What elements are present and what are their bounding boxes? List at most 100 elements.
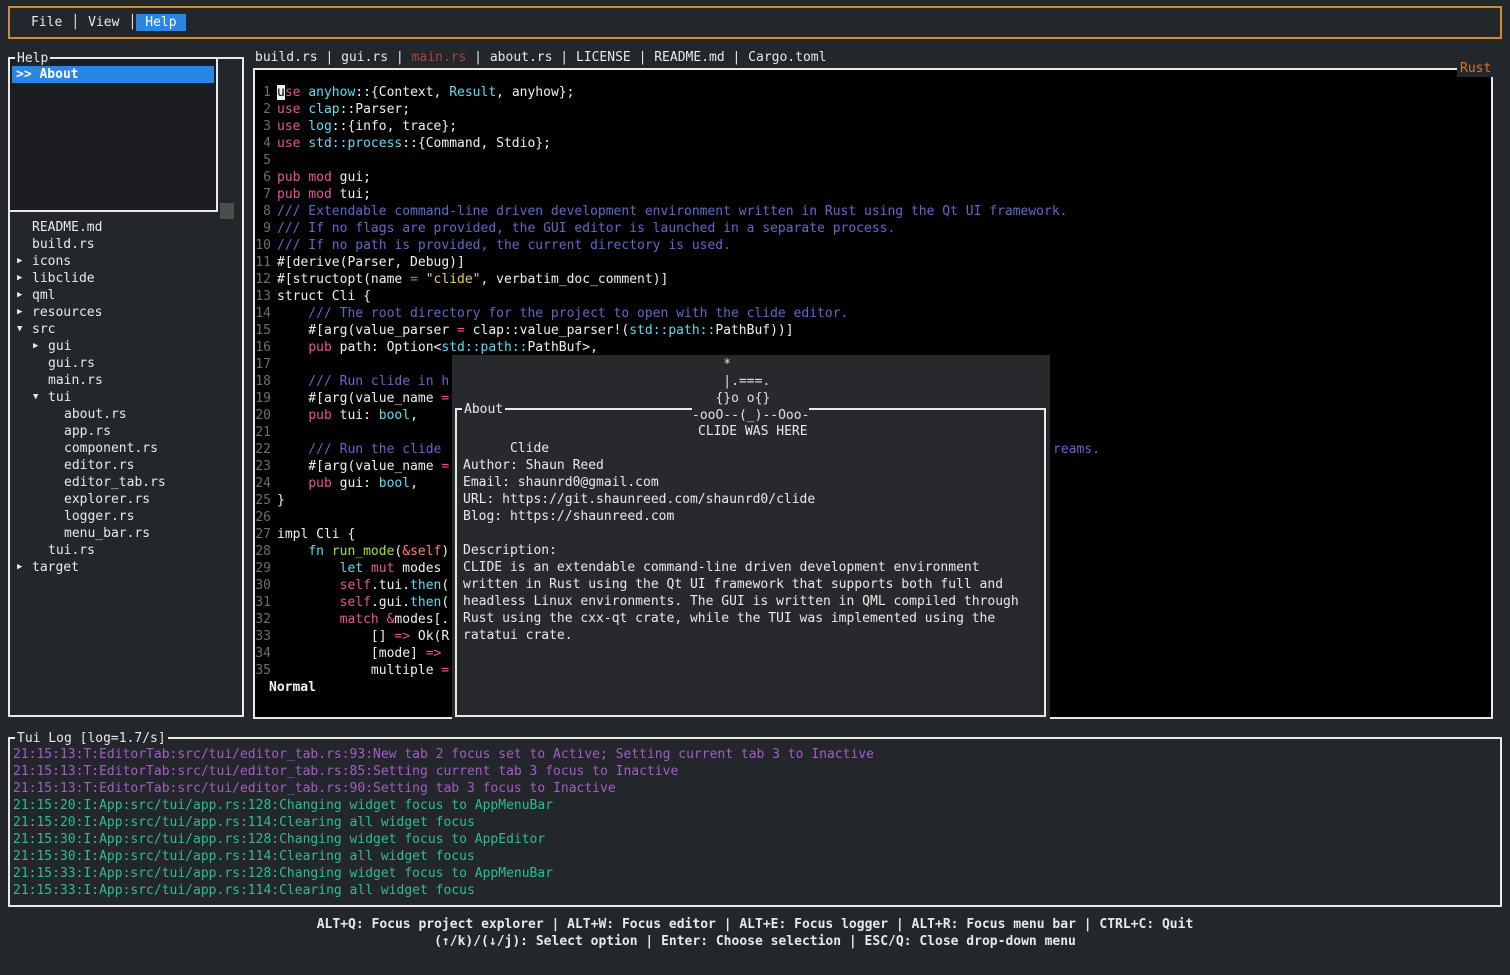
code-line[interactable]: 13struct Cli { xyxy=(255,288,1491,305)
editor-tab-LICENSE[interactable]: LICENSE xyxy=(576,50,631,65)
ascii-art-line: |.===. xyxy=(692,373,770,390)
tree-item-qml[interactable]: ▶qml xyxy=(10,287,240,304)
tree-item-main.rs[interactable]: main.rs xyxy=(10,372,240,389)
editor-tab-strip: build.rs | gui.rs | main.rs | about.rs |… xyxy=(255,49,826,66)
code-line[interactable]: 7pub mod tui; xyxy=(255,186,1491,203)
code-token: impl Cli { xyxy=(277,527,355,542)
menu-separator: │ xyxy=(128,14,136,31)
tree-item-build.rs[interactable]: build.rs xyxy=(10,236,240,253)
tree-item-component.rs[interactable]: component.rs xyxy=(10,440,240,457)
explorer-scrollbar-thumb[interactable] xyxy=(220,203,234,219)
code-line[interactable]: 15 #[arg(value_parser = clap::value_pars… xyxy=(255,322,1491,339)
tree-item-gui.rs[interactable]: gui.rs xyxy=(10,355,240,372)
code-token xyxy=(277,340,308,355)
line-number: 27 xyxy=(255,526,271,543)
menu-item-file[interactable]: File xyxy=(22,14,71,31)
code-line[interactable]: 2use clap::Parser; xyxy=(255,101,1491,118)
chevron-collapsed-icon: ▶ xyxy=(33,338,38,355)
line-number: 29 xyxy=(255,560,271,577)
line-number: 5 xyxy=(255,152,271,169)
tree-item-label: menu_bar.rs xyxy=(64,525,150,542)
line-number: 35 xyxy=(255,662,271,679)
tree-item-src[interactable]: ▼src xyxy=(10,321,240,338)
tree-item-app.rs[interactable]: app.rs xyxy=(10,423,240,440)
chevron-collapsed-icon: ▶ xyxy=(17,287,22,304)
code-token: , xyxy=(410,476,418,491)
language-badge: Rust xyxy=(1457,60,1494,77)
code-line[interactable]: 8/// Extendable command-line driven deve… xyxy=(255,203,1491,220)
tree-item-tui[interactable]: ▼tui xyxy=(10,389,240,406)
editor-tab-about.rs[interactable]: about.rs xyxy=(490,50,553,65)
code-token: let xyxy=(340,561,363,576)
tree-item-label: app.rs xyxy=(64,423,111,440)
line-number: 23 xyxy=(255,458,271,475)
about-text-line xyxy=(463,440,1040,457)
tree-item-resources[interactable]: ▶resources xyxy=(10,304,240,321)
chevron-collapsed-icon: ▶ xyxy=(17,559,22,576)
log-entry: 21:15:30:I:App:src/tui/app.rs:128:Changi… xyxy=(13,831,1498,848)
code-line[interactable]: 11#[derive(Parser, Debug)] xyxy=(255,254,1491,271)
tree-item-tui.rs[interactable]: tui.rs xyxy=(10,542,240,559)
about-text-line: Blog: https://shaunreed.com xyxy=(463,508,1040,525)
log-entry: 21:15:13:T:EditorTab:src/tui/editor_tab.… xyxy=(13,763,1498,780)
tree-item-label: build.rs xyxy=(32,236,95,253)
text-cursor: u xyxy=(277,85,285,100)
code-token: => xyxy=(426,646,442,661)
about-body: Author: Shaun ReedEmail: shaunrd0@gmail.… xyxy=(463,440,1040,644)
code-line[interactable]: 1use anyhow::{Context, Result, anyhow}; xyxy=(255,84,1491,101)
tree-item-label: explorer.rs xyxy=(64,491,150,508)
editor-tab-Cargo.toml[interactable]: Cargo.toml xyxy=(748,50,826,65)
help-menu-item-about[interactable]: >> About xyxy=(12,66,214,83)
line-number: 13 xyxy=(255,288,271,305)
code-token: Result xyxy=(449,85,496,100)
tree-item-label: editor.rs xyxy=(64,457,134,474)
code-line[interactable]: 9/// If no flags are provided, the GUI e… xyxy=(255,220,1491,237)
code-line[interactable]: 5 xyxy=(255,152,1491,169)
code-token: => xyxy=(394,629,410,644)
menu-item-view[interactable]: View xyxy=(79,14,128,31)
tree-item-gui[interactable]: ▶ gui xyxy=(10,338,240,355)
code-line[interactable]: 6pub mod gui; xyxy=(255,169,1491,186)
code-line[interactable]: 12#[structopt(name = "clide", verbatim_d… xyxy=(255,271,1491,288)
code-line[interactable]: 3use log::{info, trace}; xyxy=(255,118,1491,135)
tree-item-label: gui xyxy=(48,338,71,355)
code-line[interactable]: 10/// If no path is provided, the curren… xyxy=(255,237,1491,254)
code-token: pub xyxy=(277,187,300,202)
tree-item-label: gui.rs xyxy=(48,355,95,372)
code-token: ::Parser; xyxy=(340,102,410,117)
editor-tab-main.rs[interactable]: main.rs xyxy=(412,50,467,65)
tree-item-menu_bar.rs[interactable]: menu_bar.rs xyxy=(10,525,240,542)
tree-item-editor.rs[interactable]: editor.rs xyxy=(10,457,240,474)
code-token xyxy=(324,544,332,559)
editor-tab-gui.rs[interactable]: gui.rs xyxy=(341,50,388,65)
tree-item-logger.rs[interactable]: logger.rs xyxy=(10,508,240,525)
code-token xyxy=(277,578,340,593)
tree-item-README.md[interactable]: README.md xyxy=(10,219,240,236)
code-line[interactable]: 4use std::process::{Command, Stdio}; xyxy=(255,135,1491,152)
tree-item-editor_tab.rs[interactable]: editor_tab.rs xyxy=(10,474,240,491)
code-line[interactable]: 14 /// The root directory for the projec… xyxy=(255,305,1491,322)
code-line[interactable]: 16 pub path: Option<std::path::PathBuf>, xyxy=(255,339,1491,356)
code-token: /// The root directory for the project t… xyxy=(277,306,848,321)
tree-item-target[interactable]: ▶target xyxy=(10,559,240,576)
code-token xyxy=(379,612,387,627)
code-token: , xyxy=(410,408,418,423)
tree-item-libclide[interactable]: ▶libclide xyxy=(10,270,240,287)
editor-mode-indicator: Normal xyxy=(269,679,316,696)
line-number: 8 xyxy=(255,203,271,220)
tree-item-explorer.rs[interactable]: explorer.rs xyxy=(10,491,240,508)
code-token: ( xyxy=(441,595,449,610)
line-number: 10 xyxy=(255,237,271,254)
log-entry: 21:15:33:I:App:src/tui/app.rs:114:Cleari… xyxy=(13,882,1498,899)
code-token: pub xyxy=(277,170,300,185)
tab-separator: | xyxy=(466,50,489,65)
code-token: modes xyxy=(394,561,449,576)
tree-item-about.rs[interactable]: about.rs xyxy=(10,406,240,423)
menu-item-help[interactable]: Help xyxy=(136,14,185,31)
editor-tab-build.rs[interactable]: build.rs xyxy=(255,50,318,65)
line-number: 4 xyxy=(255,135,271,152)
menu-bar: File│View│Help xyxy=(8,6,1502,39)
code-token: self xyxy=(340,578,371,593)
editor-tab-README.md[interactable]: README.md xyxy=(654,50,724,65)
tree-item-icons[interactable]: ▶icons xyxy=(10,253,240,270)
